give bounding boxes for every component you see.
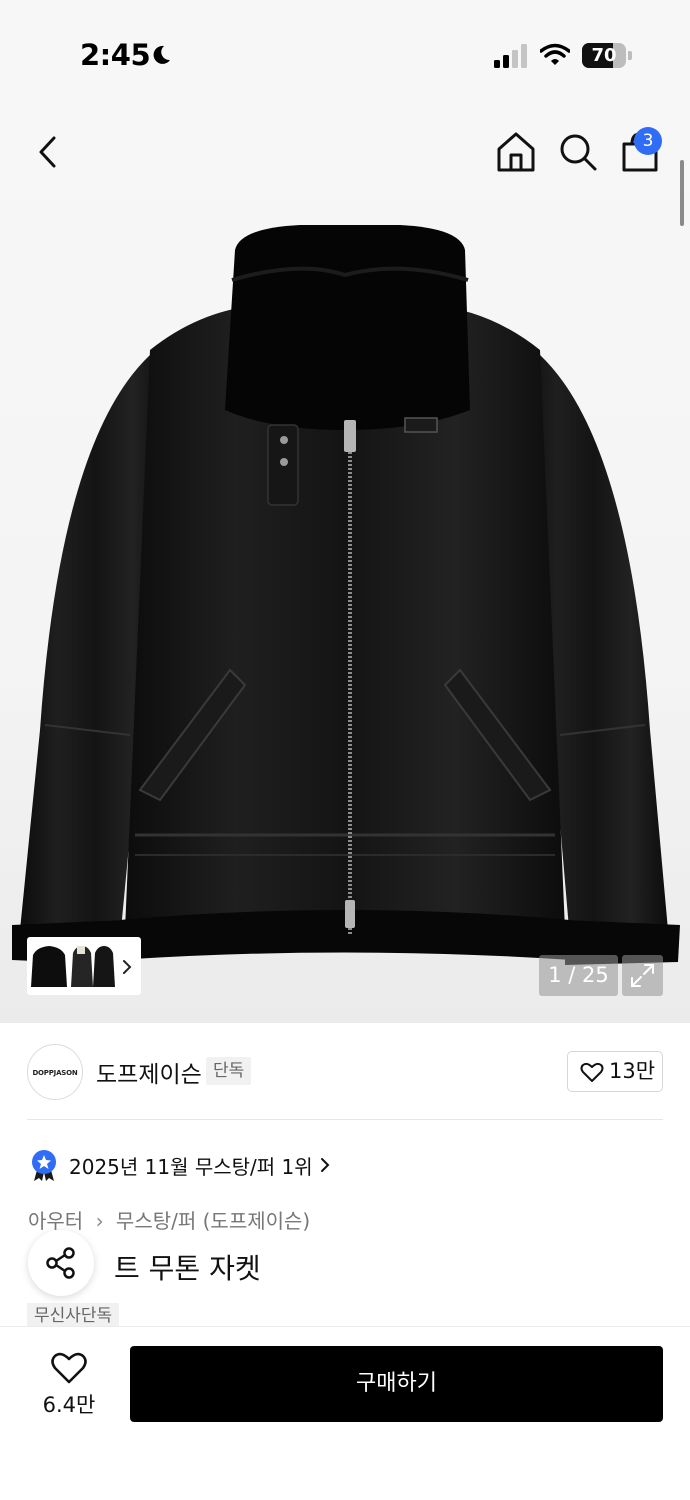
product-title-text: 트 무톤 자켓 [114, 1252, 261, 1285]
battery-icon: 70 [582, 43, 632, 68]
chevron-right-icon[interactable] [318, 1156, 332, 1174]
search-icon[interactable] [556, 130, 600, 174]
bottom-action-bar: 6.4만 구매하기 [0, 1326, 690, 1500]
chevron-right-icon: › [95, 1209, 104, 1233]
brand-like-count: 13만 [609, 1059, 656, 1083]
home-icon[interactable] [494, 130, 538, 174]
brand-like-button[interactable]: 13만 [567, 1051, 663, 1092]
brand-logo[interactable]: DOPPJASON [27, 1044, 83, 1100]
expand-icon [631, 964, 654, 987]
ranking-link[interactable]: 2025년 11월 무스탕/퍼 1위 [69, 1151, 313, 1180]
breadcrumb: 아우터 › 무스탕/퍼 (도프제이슨) [28, 1205, 310, 1234]
wifi-icon [540, 43, 570, 65]
expand-button[interactable] [622, 955, 663, 996]
product-image-gallery[interactable]: 3 1 / 25 [0, 110, 690, 1023]
moon-icon [153, 45, 170, 64]
brand-name[interactable]: 도프제이슨 [96, 1055, 202, 1089]
image-counter: 1 / 25 [539, 955, 618, 996]
status-time: 2:45 [80, 38, 151, 72]
signal-icon [494, 44, 527, 68]
ranking-medal-icon [32, 1150, 56, 1181]
buy-button[interactable]: 구매하기 [130, 1346, 663, 1422]
status-bar: 2:45 70 [0, 0, 690, 110]
back-button[interactable] [28, 130, 72, 174]
battery-level: 70 [591, 45, 617, 66]
share-button[interactable] [28, 1230, 94, 1296]
brand-exclusive-tag: 단독 [206, 1057, 252, 1085]
heart-icon [580, 1062, 604, 1082]
share-icon [46, 1247, 75, 1279]
product-like-count: 6.4만 [42, 1393, 96, 1417]
chevron-right-icon[interactable] [120, 958, 134, 976]
divider [27, 1119, 663, 1120]
cart-count-badge: 3 [634, 127, 662, 155]
heart-icon[interactable] [50, 1351, 88, 1385]
scrollbar[interactable] [680, 160, 684, 226]
breadcrumb-item[interactable]: 무스탕/퍼 (도프제이슨) [116, 1205, 310, 1234]
product-image [12, 225, 680, 965]
